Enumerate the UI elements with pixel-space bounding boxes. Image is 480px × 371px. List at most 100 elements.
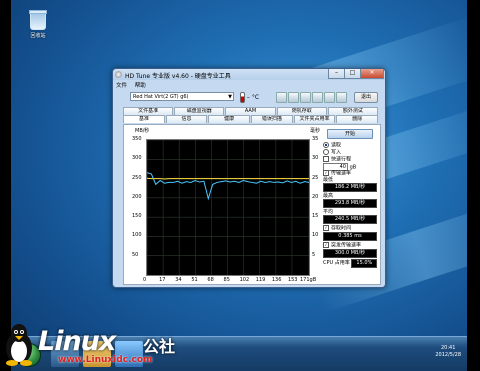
- x-tick-label: 17: [159, 277, 166, 283]
- avg-value: 240.5 MB/秒: [323, 215, 377, 224]
- y-tick-label: 50: [132, 251, 139, 258]
- cpu-usage-row: CPU 占用率 15.0%: [323, 259, 378, 268]
- write-option[interactable]: 写入: [323, 149, 377, 156]
- system-tray-clock[interactable]: 20:41 2012/5/28: [435, 345, 461, 359]
- start-button[interactable]: 开始: [327, 129, 373, 139]
- copy-text-icon[interactable]: [276, 92, 287, 103]
- x-tick-label: 51: [191, 277, 198, 283]
- tab-strip: 文件基准 磁盘监视器 AAM 随机存取 额外测试 基准 信息 健康 错误扫描 文…: [123, 107, 379, 123]
- x-tick-label: 34: [175, 277, 182, 283]
- y-tick-label: 350: [132, 136, 142, 142]
- window-title: HD Tune 专业版 v4.60 - 硬盘专业工具: [125, 73, 231, 80]
- read-option[interactable]: 读取: [323, 142, 377, 149]
- tab-disk-monitor[interactable]: 磁盘监视器: [174, 107, 225, 115]
- tray-date: 2012/5/28: [435, 352, 461, 358]
- desktop: 回收站 HD Tune 专业版 v4.60 - 硬盘专业工具 – □ ✕ 文件 …: [11, 0, 467, 371]
- quick-stroke-size: 40 gB: [323, 163, 377, 171]
- transfer-rate-checkbox[interactable]: ✓: [323, 170, 329, 176]
- cpu-usage-value: 15.0%: [351, 259, 378, 268]
- y2-tick-label: 5: [312, 251, 316, 258]
- thermometer-icon: [240, 92, 245, 103]
- transfer-rate-chart: [146, 139, 310, 276]
- drive-select-value: Red Hat Virt(2 GT) g6): [133, 94, 189, 100]
- temperature-value: – °C: [246, 94, 260, 101]
- y2-tick-label: 25: [312, 174, 319, 181]
- burst-rate-label: 突发传输速率: [331, 242, 362, 249]
- access-time-option[interactable]: ✓ 存取时间: [323, 225, 377, 232]
- burst-rate-checkbox[interactable]: ✓: [323, 242, 329, 248]
- tab-file-benchmark[interactable]: 文件基准: [123, 107, 174, 115]
- min-value: 186.2 MB/秒: [323, 183, 377, 192]
- x-tick-label: 171gB: [300, 277, 317, 283]
- tab-random-access[interactable]: 随机存取: [276, 107, 327, 115]
- access-time-checkbox[interactable]: ✓: [323, 225, 329, 231]
- recycle-bin-icon: [29, 10, 47, 30]
- burst-rate-option[interactable]: ✓ 突发传输速率: [323, 242, 377, 249]
- write-radio[interactable]: [323, 149, 329, 155]
- tab-erase[interactable]: 删除: [336, 115, 379, 123]
- tab-aam[interactable]: AAM: [225, 107, 276, 115]
- read-radio[interactable]: [323, 142, 329, 148]
- x-tick-label: 119: [255, 277, 266, 283]
- close-button[interactable]: ✕: [360, 69, 384, 79]
- watermark-brand-cn: 公社: [143, 337, 176, 356]
- tab-row-1: 文件基准 磁盘监视器 AAM 随机存取 额外测试: [123, 107, 379, 115]
- quick-stroke-checkbox[interactable]: [323, 156, 329, 162]
- tux-penguin-logo: [6, 324, 32, 366]
- download-icon[interactable]: [336, 92, 347, 103]
- help-icon[interactable]: [324, 92, 335, 103]
- access-time-label: 存取时间: [331, 225, 352, 232]
- x-tick-label: 102: [239, 277, 250, 283]
- benchmark-controls: 开始 读取 写入 快速行程 40 gB ✓ 传输速率 最低 186.2 MB/秒 …: [323, 127, 378, 268]
- cpu-usage-label: CPU 占用率: [323, 260, 350, 266]
- y-tick-label: 100: [132, 232, 142, 239]
- y2-axis-unit: 毫秒: [310, 128, 321, 134]
- benchmark-panel: MB/秒 毫秒 50 100 150 200 250 300 350 5 10 15 20 25 30…: [123, 124, 381, 285]
- tab-extra-tests[interactable]: 额外测试: [327, 107, 379, 115]
- tab-row-2: 基准 信息 健康 错误扫描 文件夹占用率 删除: [123, 115, 379, 123]
- x-tick-label: 68: [207, 277, 214, 283]
- x-tick-label: 153: [287, 277, 298, 283]
- exit-button[interactable]: 退出: [354, 92, 378, 103]
- quick-stroke-option[interactable]: 快速行程: [323, 156, 377, 163]
- tray-time: 20:41: [440, 345, 456, 351]
- maximize-button[interactable]: □: [344, 69, 361, 79]
- tab-error-scan[interactable]: 错误扫描: [251, 115, 293, 123]
- tab-folder-usage[interactable]: 文件夹占用率: [293, 115, 336, 123]
- x-tick-label: 0: [143, 277, 147, 283]
- x-tick-label: 136: [271, 277, 282, 283]
- hdtune-window: HD Tune 专业版 v4.60 - 硬盘专业工具 – □ ✕ 文件 帮助 R…: [112, 68, 386, 288]
- y-tick-label: 250: [132, 174, 142, 181]
- save-screenshot-icon[interactable]: [300, 92, 311, 103]
- title-bar[interactable]: HD Tune 专业版 v4.60 - 硬盘专业工具 – □ ✕: [113, 69, 385, 80]
- y2-tick-label: 35: [312, 136, 319, 142]
- y-tick-label: 150: [132, 213, 142, 220]
- y-tick-label: 200: [132, 193, 142, 200]
- tab-info[interactable]: 信息: [165, 115, 208, 123]
- recycle-bin-label: 回收站: [30, 33, 46, 39]
- y2-tick-label: 15: [312, 213, 319, 220]
- read-label: 读取: [331, 142, 342, 149]
- tab-benchmark[interactable]: 基准: [123, 115, 165, 123]
- watermark-brand: Linux: [38, 326, 116, 357]
- menu-bar: 文件 帮助: [116, 81, 152, 90]
- options-icon[interactable]: [312, 92, 323, 103]
- temperature-readout: – °C: [240, 92, 259, 103]
- drive-select[interactable]: Red Hat Virt(2 GT) g6) ▼: [130, 92, 234, 101]
- menu-help[interactable]: 帮助: [135, 83, 146, 89]
- quick-stroke-label: 快速行程: [331, 156, 352, 163]
- minimize-button[interactable]: –: [328, 69, 345, 79]
- chevron-down-icon: ▼: [228, 94, 232, 100]
- watermark-brand-text: Linux: [38, 326, 116, 357]
- y2-tick-label: 10: [312, 232, 319, 239]
- copy-screenshot-icon[interactable]: [288, 92, 299, 103]
- menu-file[interactable]: 文件: [116, 83, 127, 89]
- transfer-rate-option[interactable]: ✓ 传输速率: [323, 170, 377, 177]
- access-time-value: 0.385 ms: [323, 232, 377, 241]
- y2-tick-label: 30: [312, 155, 319, 162]
- access-time-series-line: [147, 177, 309, 180]
- burst-rate-value: 300.0 MB/秒: [323, 249, 377, 258]
- watermark-url: www.Linuxidc.com: [58, 355, 153, 365]
- tab-health[interactable]: 健康: [208, 115, 251, 123]
- recycle-bin-shortcut[interactable]: 回收站: [23, 10, 53, 39]
